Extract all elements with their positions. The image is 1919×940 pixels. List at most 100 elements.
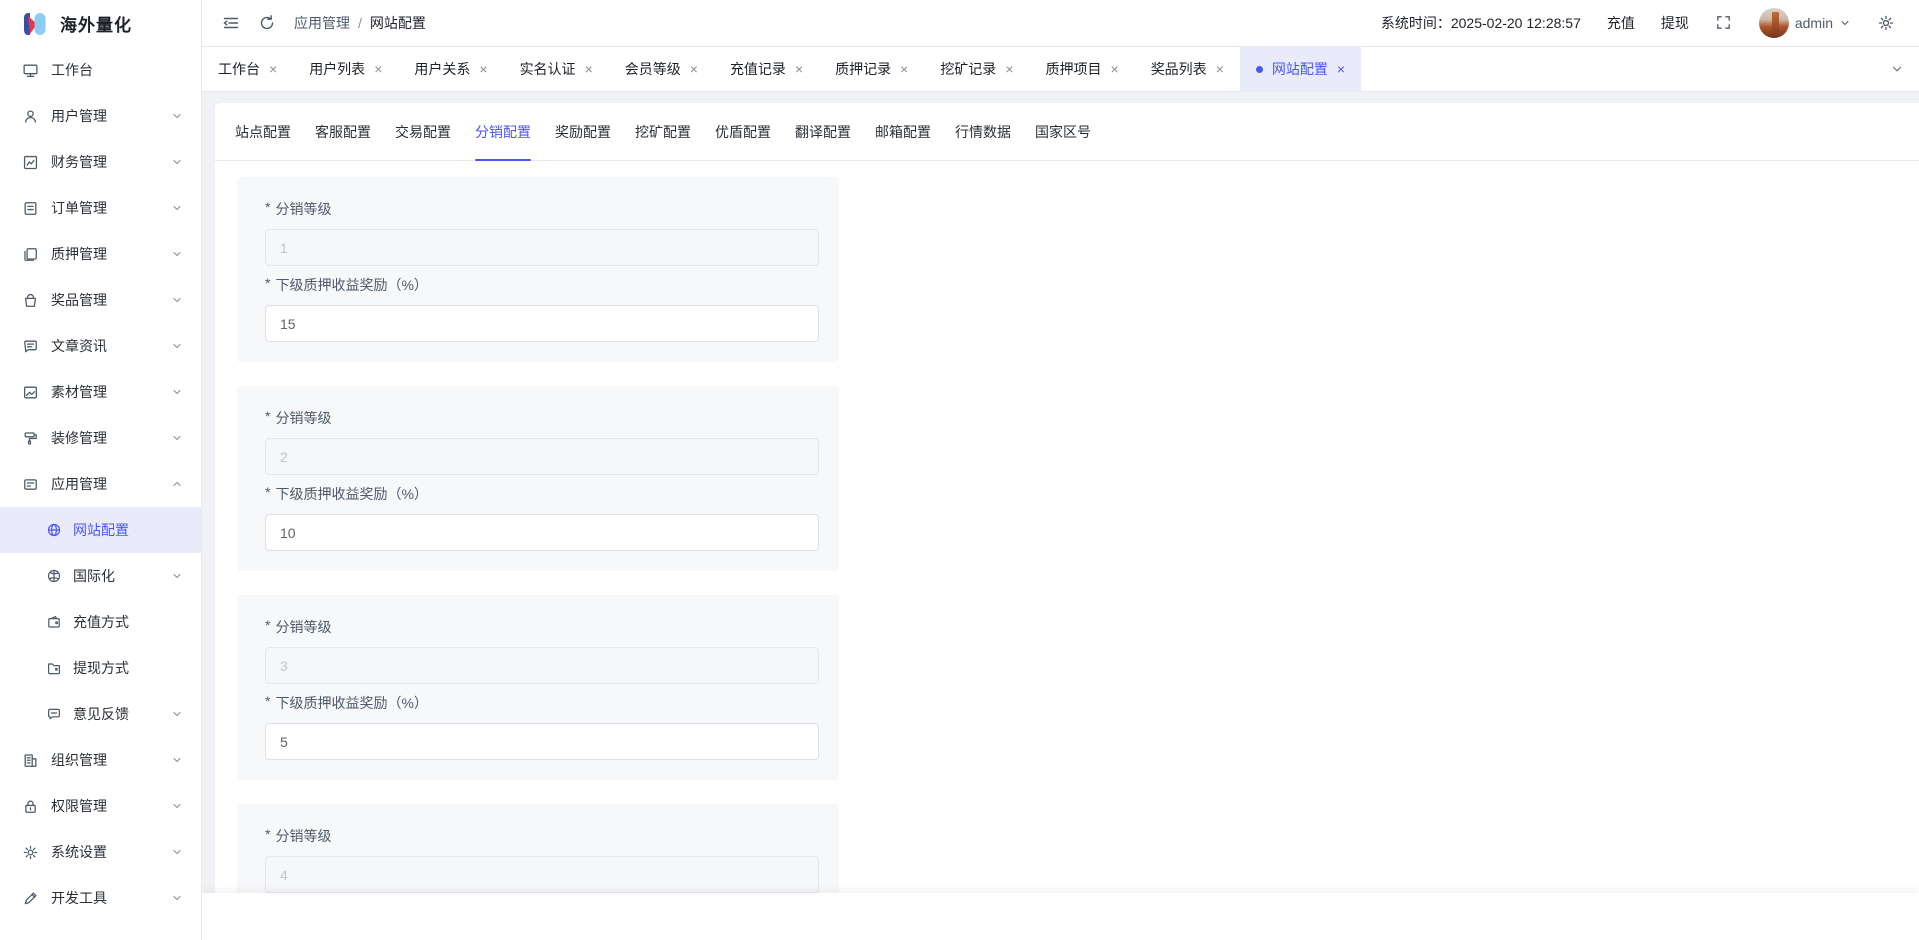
chevron-down-icon xyxy=(171,570,183,582)
sidebar-item-withdraw-method[interactable]: 提现方式 xyxy=(0,645,201,691)
config-tab-site[interactable]: 站点配置 xyxy=(223,122,303,160)
tab-prize-list[interactable]: 奖品列表× xyxy=(1135,47,1240,91)
pen-icon xyxy=(22,890,39,907)
sidebar-item-app-mgmt[interactable]: 应用管理 xyxy=(0,461,201,507)
lock-icon xyxy=(22,798,39,815)
level-input-3[interactable] xyxy=(265,647,819,684)
chevron-down-icon xyxy=(171,754,183,766)
collapse-menu-icon[interactable] xyxy=(222,14,240,32)
user-menu[interactable]: admin xyxy=(1759,8,1851,38)
chevron-down-icon xyxy=(171,294,183,306)
active-tab-dot xyxy=(1256,66,1263,73)
chevron-down-icon xyxy=(1839,17,1851,29)
sidebar-item-recharge-method[interactable]: 充值方式 xyxy=(0,599,201,645)
sidebar-item-user-mgmt[interactable]: 用户管理 xyxy=(0,93,201,139)
config-tab-mining[interactable]: 挖矿配置 xyxy=(623,122,703,160)
breadcrumb: 应用管理 / 网站配置 xyxy=(294,13,426,33)
tab-workbench[interactable]: 工作台× xyxy=(202,47,293,91)
sidebar-item-org-mgmt[interactable]: 组织管理 xyxy=(0,737,201,783)
tab-real-name-auth[interactable]: 实名认证× xyxy=(504,47,609,91)
field-label: *分销等级 xyxy=(265,617,821,637)
sidebar-item-order-mgmt[interactable]: 订单管理 xyxy=(0,185,201,231)
close-icon[interactable]: × xyxy=(690,62,698,76)
fullscreen-icon[interactable] xyxy=(1715,14,1733,32)
chevron-down-icon xyxy=(171,846,183,858)
close-icon[interactable]: × xyxy=(374,62,382,76)
field-label: *分销等级 xyxy=(265,199,821,219)
distribution-level-card-2: *分销等级 *下级质押收益奖励（%） xyxy=(237,386,839,571)
sidebar-item-site-config[interactable]: 网站配置 xyxy=(0,507,201,553)
tab-user-relations[interactable]: 用户关系× xyxy=(398,47,503,91)
sidebar-item-prize-mgmt[interactable]: 奖品管理 xyxy=(0,277,201,323)
settings-gear-icon[interactable] xyxy=(1877,14,1895,32)
wallet-icon xyxy=(46,614,63,631)
sidebar-item-system-settings[interactable]: 系统设置 xyxy=(0,829,201,875)
config-tab-customer-service[interactable]: 客服配置 xyxy=(303,122,383,160)
recharge-link[interactable]: 充值 xyxy=(1607,13,1635,33)
sidebar-item-dev-tools[interactable]: 开发工具 xyxy=(0,875,201,921)
chevron-down-icon xyxy=(171,432,183,444)
chevron-up-icon xyxy=(171,478,183,490)
level-input-4[interactable] xyxy=(265,856,819,893)
paint-roller-icon xyxy=(22,430,39,447)
sidebar-item-i18n[interactable]: 国际化 xyxy=(0,553,201,599)
config-tab-market-data[interactable]: 行情数据 xyxy=(943,122,1023,160)
tab-mining-records[interactable]: 挖矿记录× xyxy=(924,47,1029,91)
config-tab-country-code[interactable]: 国家区号 xyxy=(1023,122,1103,160)
close-icon[interactable]: × xyxy=(900,62,908,76)
config-tab-mailbox[interactable]: 邮箱配置 xyxy=(863,122,943,160)
tab-overflow-chevron-icon[interactable] xyxy=(1875,47,1919,91)
close-icon[interactable]: × xyxy=(1337,62,1345,76)
close-icon[interactable]: × xyxy=(1005,62,1013,76)
avatar[interactable] xyxy=(1759,8,1789,38)
sidebar-item-materials[interactable]: 素材管理 xyxy=(0,369,201,415)
breadcrumb-current: 网站配置 xyxy=(370,13,426,33)
sidebar-item-feedback[interactable]: 意见反馈 xyxy=(0,691,201,737)
tab-user-list[interactable]: 用户列表× xyxy=(293,47,398,91)
config-tab-reward[interactable]: 奖励配置 xyxy=(543,122,623,160)
tab-site-config[interactable]: 网站配置× xyxy=(1240,47,1361,91)
building-icon xyxy=(22,752,39,769)
level-input-2[interactable] xyxy=(265,438,819,475)
config-tab-trade[interactable]: 交易配置 xyxy=(383,122,463,160)
tab-pledge-records[interactable]: 质押记录× xyxy=(819,47,924,91)
field-label: *分销等级 xyxy=(265,408,821,428)
brand: 海外量化 xyxy=(0,0,201,47)
config-tab-translation[interactable]: 翻译配置 xyxy=(783,122,863,160)
sidebar-item-pledge-mgmt[interactable]: 质押管理 xyxy=(0,231,201,277)
sidebar-item-decoration[interactable]: 装修管理 xyxy=(0,415,201,461)
image-icon xyxy=(22,384,39,401)
tab-recharge-records[interactable]: 充值记录× xyxy=(714,47,819,91)
close-icon[interactable]: × xyxy=(795,62,803,76)
config-tab-distribution[interactable]: 分销配置 xyxy=(463,122,543,160)
sidebar-item-articles[interactable]: 文章资讯 xyxy=(0,323,201,369)
breadcrumb-parent[interactable]: 应用管理 xyxy=(294,13,350,33)
close-icon[interactable]: × xyxy=(585,62,593,76)
sidebar-item-finance-mgmt[interactable]: 财务管理 xyxy=(0,139,201,185)
field-label: *分销等级 xyxy=(265,826,821,846)
chevron-down-icon xyxy=(171,892,183,904)
withdraw-link[interactable]: 提现 xyxy=(1661,13,1689,33)
monitor-icon xyxy=(22,62,39,79)
tab-member-level[interactable]: 会员等级× xyxy=(609,47,714,91)
sidebar-item-workbench[interactable]: 工作台 xyxy=(0,47,201,93)
user-icon xyxy=(22,108,39,125)
close-icon[interactable]: × xyxy=(1111,62,1119,76)
level-input-1[interactable] xyxy=(265,229,819,266)
reward-input-3[interactable] xyxy=(265,723,819,760)
config-tab-bar: 站点配置 客服配置 交易配置 分销配置 奖励配置 挖矿配置 优盾配置 翻译配置 … xyxy=(215,103,1919,161)
article-icon xyxy=(22,338,39,355)
tab-pledge-projects[interactable]: 质押项目× xyxy=(1030,47,1135,91)
close-icon[interactable]: × xyxy=(479,62,487,76)
field-label: *下级质押收益奖励（%） xyxy=(265,484,821,504)
distribution-form: *分销等级 *下级质押收益奖励（%） *分销等级 *下级质押收益奖励（%） *分… xyxy=(215,161,1919,940)
close-icon[interactable]: × xyxy=(1216,62,1224,76)
refresh-icon[interactable] xyxy=(258,14,276,32)
reward-input-2[interactable] xyxy=(265,514,819,551)
globe-icon xyxy=(46,522,63,539)
breadcrumb-separator: / xyxy=(358,15,362,31)
close-icon[interactable]: × xyxy=(269,62,277,76)
config-tab-ushield[interactable]: 优盾配置 xyxy=(703,122,783,160)
reward-input-1[interactable] xyxy=(265,305,819,342)
sidebar-item-permission-mgmt[interactable]: 权限管理 xyxy=(0,783,201,829)
